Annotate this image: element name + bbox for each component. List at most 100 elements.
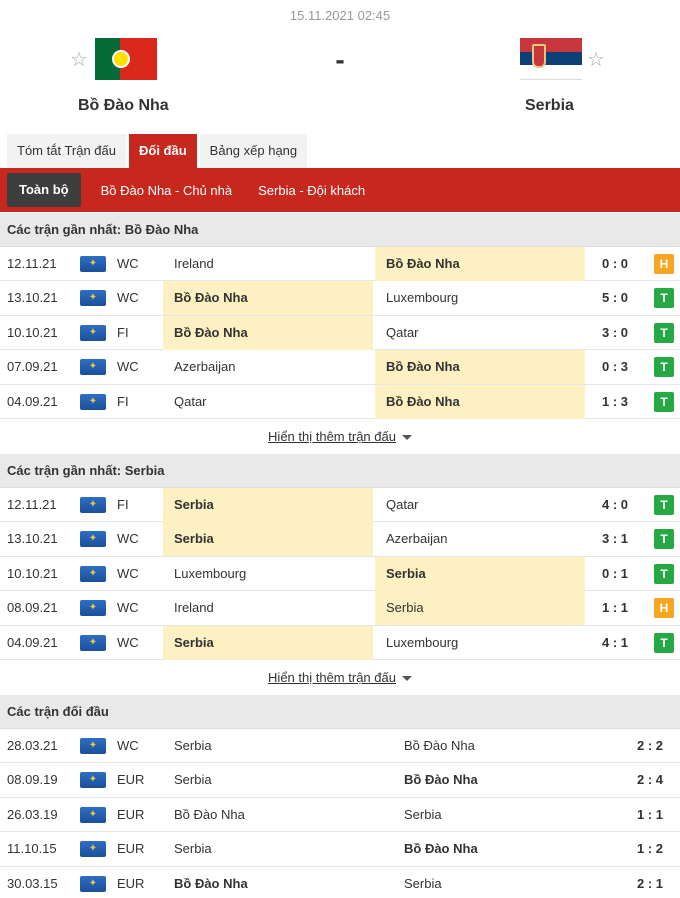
away-team[interactable]: Bồ Đào Nha bbox=[375, 384, 585, 419]
tab-0[interactable]: Tóm tắt Trận đấu bbox=[7, 134, 126, 168]
result-badge: T bbox=[654, 288, 674, 309]
home-team-name[interactable]: Bồ Đào Nha bbox=[78, 97, 169, 115]
match-row[interactable]: 08.09.21 ✦ WC Ireland Serbia 1 : 1 H bbox=[0, 591, 680, 626]
league-code: WC bbox=[117, 290, 139, 306]
league-badge-icon: ✦ bbox=[80, 738, 106, 754]
match-date: 04.09.21 bbox=[7, 634, 58, 650]
home-team[interactable]: Azerbaijan bbox=[163, 350, 373, 384]
home-team[interactable]: Ireland bbox=[163, 247, 373, 281]
match-date: 30.03.15 bbox=[7, 875, 58, 891]
league-code: WC bbox=[117, 359, 139, 375]
away-team[interactable]: Serbia bbox=[393, 798, 613, 832]
match-date: 04.09.21 bbox=[7, 393, 58, 409]
home-team[interactable]: Qatar bbox=[163, 385, 373, 419]
home-team[interactable]: Serbia bbox=[163, 729, 393, 763]
home-team[interactable]: Serbia bbox=[163, 522, 373, 557]
league-badge-icon: ✦ bbox=[80, 531, 106, 548]
home-team[interactable]: Ireland bbox=[163, 591, 373, 625]
league-code: WC bbox=[117, 531, 139, 547]
home-team[interactable]: Serbia bbox=[163, 488, 373, 522]
match-row[interactable]: 10.10.21 ✦ WC Luxembourg Serbia 0 : 1 T bbox=[0, 556, 680, 592]
match-row[interactable]: 04.09.21 ✦ WC Serbia Luxembourg 4 : 1 T bbox=[0, 625, 680, 660]
match-score: 1 : 1 bbox=[636, 806, 663, 822]
league-code: EUR bbox=[117, 841, 145, 857]
match-row[interactable]: 30.03.15 ✦ EUR Bồ Đào Nha Serbia 2 : 1 bbox=[0, 867, 680, 898]
filter-2[interactable]: Serbia - Đội khách bbox=[258, 183, 365, 198]
league-badge-icon: ✦ bbox=[80, 600, 106, 617]
match-score: 2 : 1 bbox=[636, 875, 663, 891]
away-team-name[interactable]: Serbia bbox=[525, 97, 574, 115]
league-badge-icon: ✦ bbox=[80, 772, 106, 789]
tab-1[interactable]: Đối đầu bbox=[129, 134, 197, 168]
home-team[interactable]: Serbia bbox=[163, 625, 373, 660]
away-team[interactable]: Qatar bbox=[375, 488, 585, 522]
league-code: WC bbox=[117, 565, 139, 581]
away-team[interactable]: Bồ Đào Nha bbox=[375, 350, 585, 385]
away-recent-title: Các trận gần nhất: Serbia bbox=[0, 454, 680, 488]
match-score: 4 : 1 bbox=[601, 634, 628, 650]
favorite-away-star-icon[interactable]: ☆ bbox=[587, 50, 605, 70]
home-team[interactable]: Serbia bbox=[163, 832, 393, 866]
match-date: 12.11.21 bbox=[7, 497, 57, 512]
match-row[interactable]: 13.10.21 ✦ WC Bồ Đào Nha Luxembourg 5 : 0 T bbox=[0, 281, 680, 316]
match-row[interactable]: 10.10.21 ✦ FI Bồ Đào Nha Qatar 3 : 0 T bbox=[0, 315, 680, 351]
home-team[interactable]: Bồ Đào Nha bbox=[163, 798, 393, 832]
match-row[interactable]: 12.11.21 ✦ WC Ireland Bồ Đào Nha 0 : 0 H bbox=[0, 247, 680, 282]
caret-down-icon[interactable] bbox=[401, 435, 412, 441]
match-row[interactable]: 26.03.19 ✦ EUR Bồ Đào Nha Serbia 1 : 1 bbox=[0, 798, 680, 833]
match-date: 13.10.21 bbox=[7, 290, 58, 306]
away-team[interactable]: Serbia bbox=[375, 591, 585, 626]
result-badge: H bbox=[654, 254, 674, 274]
league-badge-icon: ✦ bbox=[80, 393, 106, 410]
away-team[interactable]: Luxembourg bbox=[375, 626, 585, 660]
match-row[interactable]: 07.09.21 ✦ WC Azerbaijan Bồ Đào Nha 0 : 3 T bbox=[0, 350, 680, 385]
match-score: 1 : 1 bbox=[601, 600, 628, 616]
league-badge-icon: ✦ bbox=[80, 359, 106, 376]
away-team[interactable]: Serbia bbox=[393, 867, 613, 898]
match-score: 2 : 2 bbox=[636, 738, 663, 753]
away-team[interactable]: Qatar bbox=[375, 316, 585, 350]
away-team[interactable]: Bồ Đào Nha bbox=[375, 247, 585, 281]
home-team[interactable]: Serbia bbox=[163, 763, 393, 797]
caret-down-icon[interactable] bbox=[401, 676, 412, 682]
filter-0[interactable]: Toàn bộ bbox=[7, 173, 81, 207]
match-score: 3 : 0 bbox=[601, 324, 628, 340]
home-show-more: Hiển thị thêm trận đấu bbox=[0, 419, 680, 455]
home-show-more-link[interactable]: Hiển thị thêm trận đấu bbox=[268, 429, 396, 444]
match-row[interactable]: 13.10.21 ✦ WC Serbia Azerbaijan 3 : 1 T bbox=[0, 522, 680, 557]
home-team[interactable]: Luxembourg bbox=[163, 557, 373, 591]
match-row[interactable]: 11.10.15 ✦ EUR Serbia Bồ Đào Nha 1 : 2 bbox=[0, 832, 680, 867]
match-row[interactable]: 08.09.19 ✦ EUR Serbia Bồ Đào Nha 2 : 4 bbox=[0, 763, 680, 798]
league-badge-icon: ✦ bbox=[80, 841, 106, 858]
away-show-more-link[interactable]: Hiển thị thêm trận đấu bbox=[268, 670, 396, 685]
home-team[interactable]: Bồ Đào Nha bbox=[163, 867, 393, 898]
home-team[interactable]: Bồ Đào Nha bbox=[163, 315, 373, 350]
league-code: FI bbox=[117, 497, 129, 512]
away-show-more: Hiển thị thêm trận đấu bbox=[0, 660, 680, 696]
away-team[interactable]: Bồ Đào Nha bbox=[393, 763, 613, 797]
match-row[interactable]: 28.03.21 ✦ WC Serbia Bồ Đào Nha 2 : 2 bbox=[0, 729, 680, 764]
match-date: 10.10.21 bbox=[7, 324, 58, 340]
away-team[interactable]: Serbia bbox=[375, 556, 585, 591]
filter-1[interactable]: Bồ Đào Nha - Chủ nhà bbox=[101, 183, 233, 198]
league-code: WC bbox=[117, 738, 139, 753]
away-team[interactable]: Luxembourg bbox=[375, 281, 585, 315]
match-score: 0 : 0 bbox=[601, 256, 628, 271]
result-badge: T bbox=[654, 322, 674, 343]
away-team[interactable]: Azerbaijan bbox=[375, 522, 585, 556]
result-badge: T bbox=[654, 529, 674, 550]
league-code: FI bbox=[117, 393, 129, 409]
league-code: EUR bbox=[117, 875, 145, 891]
away-team[interactable]: Bồ Đào Nha bbox=[393, 729, 613, 763]
match-row[interactable]: 04.09.21 ✦ FI Qatar Bồ Đào Nha 1 : 3 T bbox=[0, 384, 680, 419]
match-row[interactable]: 12.11.21 ✦ FI Serbia Qatar 4 : 0 T bbox=[0, 488, 680, 523]
match-date: 07.09.21 bbox=[7, 359, 58, 375]
tab-2[interactable]: Bảng xếp hạng bbox=[199, 134, 308, 168]
league-code: FI bbox=[117, 324, 129, 340]
match-date: 26.03.19 bbox=[7, 806, 58, 822]
home-team[interactable]: Bồ Đào Nha bbox=[163, 281, 373, 316]
match-score: 1 : 2 bbox=[636, 841, 663, 857]
away-team[interactable]: Bồ Đào Nha bbox=[393, 832, 613, 866]
h2h-section: Các trận đối đầu 28.03.21 ✦ WC Serbia Bồ Đào… bbox=[0, 695, 680, 898]
home-recent-title: Các trận gần nhất: Bồ Đào Nha bbox=[0, 213, 680, 247]
